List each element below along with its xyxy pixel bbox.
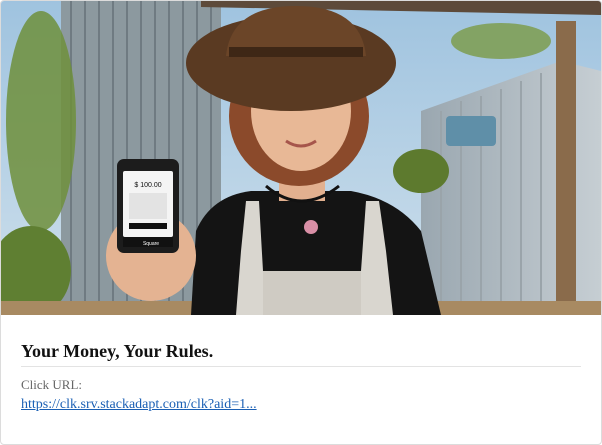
woman-holding-card-reader-image: $ 100.00 Square [1, 1, 601, 315]
ad-card: $ 100.00 Square Your Money, Your Rules. … [0, 0, 602, 445]
phone-brand: Square [143, 241, 159, 247]
ad-content: Your Money, Your Rules. Click URL: https… [21, 337, 581, 414]
ad-title: Your Money, Your Rules. [21, 337, 581, 367]
click-url-label: Click URL: [21, 377, 83, 392]
ad-hero-image[interactable]: $ 100.00 Square [1, 1, 601, 315]
click-url-link[interactable]: https://clk.srv.stackadapt.com/clk?aid=1… [21, 396, 257, 414]
phone-amount: $ 100.00 [134, 182, 161, 189]
